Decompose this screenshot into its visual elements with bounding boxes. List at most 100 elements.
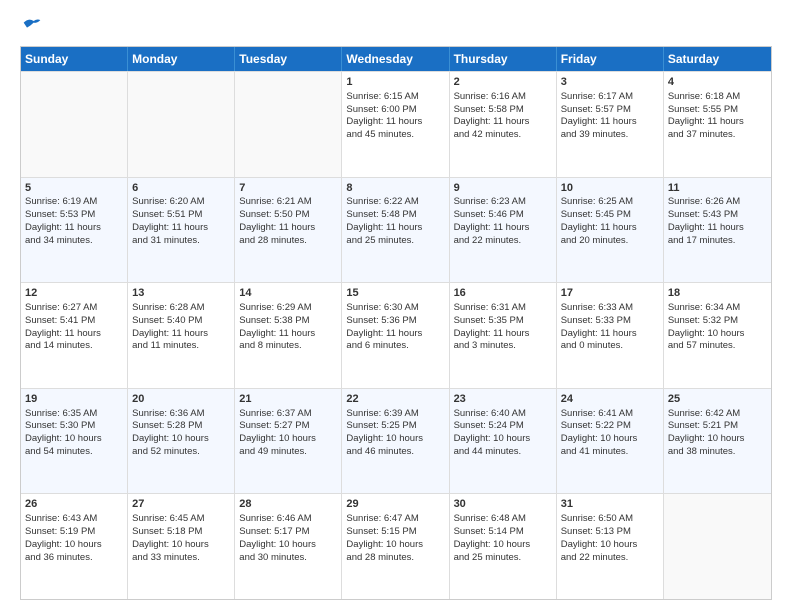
cell-info-line: Daylight: 11 hours bbox=[561, 328, 659, 341]
cell-day-number: 14 bbox=[239, 286, 337, 301]
calendar-cell: 5Sunrise: 6:19 AMSunset: 5:53 PMDaylight… bbox=[21, 178, 128, 283]
calendar-cell: 15Sunrise: 6:30 AMSunset: 5:36 PMDayligh… bbox=[342, 283, 449, 388]
cell-day-number: 19 bbox=[25, 392, 123, 407]
cell-day-number: 24 bbox=[561, 392, 659, 407]
cell-info-line: and 11 minutes. bbox=[132, 340, 230, 353]
cell-info-line: and 3 minutes. bbox=[454, 340, 552, 353]
calendar-cell: 29Sunrise: 6:47 AMSunset: 5:15 PMDayligh… bbox=[342, 494, 449, 599]
cell-info-line: and 22 minutes. bbox=[561, 552, 659, 565]
calendar-cell: 26Sunrise: 6:43 AMSunset: 5:19 PMDayligh… bbox=[21, 494, 128, 599]
cell-day-number: 15 bbox=[346, 286, 444, 301]
cell-day-number: 30 bbox=[454, 497, 552, 512]
cell-info-line: Sunrise: 6:48 AM bbox=[454, 513, 552, 526]
calendar-cell: 25Sunrise: 6:42 AMSunset: 5:21 PMDayligh… bbox=[664, 389, 771, 494]
cell-info-line: Sunrise: 6:31 AM bbox=[454, 302, 552, 315]
cell-info-line: Sunrise: 6:41 AM bbox=[561, 408, 659, 421]
cell-info-line: Sunset: 5:36 PM bbox=[346, 315, 444, 328]
cell-info-line: Sunset: 6:00 PM bbox=[346, 104, 444, 117]
cell-info-line: Sunset: 5:40 PM bbox=[132, 315, 230, 328]
calendar-cell: 31Sunrise: 6:50 AMSunset: 5:13 PMDayligh… bbox=[557, 494, 664, 599]
calendar-week-2: 5Sunrise: 6:19 AMSunset: 5:53 PMDaylight… bbox=[21, 177, 771, 283]
calendar-cell: 24Sunrise: 6:41 AMSunset: 5:22 PMDayligh… bbox=[557, 389, 664, 494]
cell-info-line: and 54 minutes. bbox=[25, 446, 123, 459]
cell-info-line: Daylight: 10 hours bbox=[346, 539, 444, 552]
calendar-cell: 17Sunrise: 6:33 AMSunset: 5:33 PMDayligh… bbox=[557, 283, 664, 388]
cell-info-line: Sunrise: 6:33 AM bbox=[561, 302, 659, 315]
cell-info-line: Sunset: 5:27 PM bbox=[239, 420, 337, 433]
calendar-cell: 3Sunrise: 6:17 AMSunset: 5:57 PMDaylight… bbox=[557, 72, 664, 177]
calendar-header-tuesday: Tuesday bbox=[235, 47, 342, 71]
cell-info-line: and 6 minutes. bbox=[346, 340, 444, 353]
cell-day-number: 3 bbox=[561, 75, 659, 90]
cell-info-line: Sunset: 5:41 PM bbox=[25, 315, 123, 328]
cell-day-number: 11 bbox=[668, 181, 767, 196]
calendar-header-thursday: Thursday bbox=[450, 47, 557, 71]
cell-info-line: Sunset: 5:45 PM bbox=[561, 209, 659, 222]
calendar: SundayMondayTuesdayWednesdayThursdayFrid… bbox=[20, 46, 772, 600]
calendar-cell: 18Sunrise: 6:34 AMSunset: 5:32 PMDayligh… bbox=[664, 283, 771, 388]
cell-day-number: 4 bbox=[668, 75, 767, 90]
cell-info-line: Sunrise: 6:37 AM bbox=[239, 408, 337, 421]
cell-day-number: 12 bbox=[25, 286, 123, 301]
cell-info-line: and 36 minutes. bbox=[25, 552, 123, 565]
cell-info-line: Sunset: 5:15 PM bbox=[346, 526, 444, 539]
cell-info-line: and 41 minutes. bbox=[561, 446, 659, 459]
calendar-cell: 16Sunrise: 6:31 AMSunset: 5:35 PMDayligh… bbox=[450, 283, 557, 388]
cell-day-number: 13 bbox=[132, 286, 230, 301]
cell-info-line: Daylight: 10 hours bbox=[454, 433, 552, 446]
cell-info-line: and 39 minutes. bbox=[561, 129, 659, 142]
cell-info-line: Sunrise: 6:47 AM bbox=[346, 513, 444, 526]
cell-info-line: Daylight: 10 hours bbox=[346, 433, 444, 446]
cell-info-line: Daylight: 10 hours bbox=[132, 433, 230, 446]
cell-info-line: Daylight: 11 hours bbox=[132, 328, 230, 341]
cell-info-line: Daylight: 11 hours bbox=[346, 116, 444, 129]
calendar-header-monday: Monday bbox=[128, 47, 235, 71]
cell-info-line: Daylight: 10 hours bbox=[25, 433, 123, 446]
cell-info-line: and 25 minutes. bbox=[346, 235, 444, 248]
calendar-week-5: 26Sunrise: 6:43 AMSunset: 5:19 PMDayligh… bbox=[21, 493, 771, 599]
cell-day-number: 5 bbox=[25, 181, 123, 196]
cell-day-number: 31 bbox=[561, 497, 659, 512]
cell-info-line: Daylight: 11 hours bbox=[454, 222, 552, 235]
cell-info-line: Sunset: 5:25 PM bbox=[346, 420, 444, 433]
cell-info-line: Sunset: 5:46 PM bbox=[454, 209, 552, 222]
cell-info-line: and 45 minutes. bbox=[346, 129, 444, 142]
calendar-cell: 27Sunrise: 6:45 AMSunset: 5:18 PMDayligh… bbox=[128, 494, 235, 599]
calendar-cell: 14Sunrise: 6:29 AMSunset: 5:38 PMDayligh… bbox=[235, 283, 342, 388]
cell-info-line: Sunset: 5:18 PM bbox=[132, 526, 230, 539]
cell-day-number: 18 bbox=[668, 286, 767, 301]
cell-info-line: Sunset: 5:32 PM bbox=[668, 315, 767, 328]
calendar-cell: 1Sunrise: 6:15 AMSunset: 6:00 PMDaylight… bbox=[342, 72, 449, 177]
cell-info-line: and 14 minutes. bbox=[25, 340, 123, 353]
cell-info-line: Daylight: 10 hours bbox=[454, 539, 552, 552]
cell-info-line: Sunrise: 6:21 AM bbox=[239, 196, 337, 209]
cell-info-line: and 8 minutes. bbox=[239, 340, 337, 353]
cell-info-line: Sunrise: 6:17 AM bbox=[561, 91, 659, 104]
cell-info-line: Sunrise: 6:25 AM bbox=[561, 196, 659, 209]
cell-info-line: Sunrise: 6:28 AM bbox=[132, 302, 230, 315]
calendar-cell bbox=[128, 72, 235, 177]
cell-info-line: Daylight: 11 hours bbox=[454, 116, 552, 129]
calendar-cell: 13Sunrise: 6:28 AMSunset: 5:40 PMDayligh… bbox=[128, 283, 235, 388]
cell-day-number: 23 bbox=[454, 392, 552, 407]
cell-info-line: and 38 minutes. bbox=[668, 446, 767, 459]
calendar-cell: 7Sunrise: 6:21 AMSunset: 5:50 PMDaylight… bbox=[235, 178, 342, 283]
cell-info-line: Daylight: 11 hours bbox=[132, 222, 230, 235]
cell-info-line: Sunrise: 6:43 AM bbox=[25, 513, 123, 526]
cell-info-line: Daylight: 10 hours bbox=[239, 433, 337, 446]
cell-info-line: Sunrise: 6:22 AM bbox=[346, 196, 444, 209]
cell-info-line: Sunrise: 6:29 AM bbox=[239, 302, 337, 315]
cell-info-line: Sunset: 5:53 PM bbox=[25, 209, 123, 222]
cell-info-line: Daylight: 11 hours bbox=[239, 222, 337, 235]
calendar-cell: 30Sunrise: 6:48 AMSunset: 5:14 PMDayligh… bbox=[450, 494, 557, 599]
cell-info-line: and 34 minutes. bbox=[25, 235, 123, 248]
cell-day-number: 27 bbox=[132, 497, 230, 512]
cell-info-line: Daylight: 11 hours bbox=[561, 222, 659, 235]
cell-info-line: Daylight: 11 hours bbox=[346, 222, 444, 235]
cell-info-line: and 28 minutes. bbox=[239, 235, 337, 248]
calendar-week-1: 1Sunrise: 6:15 AMSunset: 6:00 PMDaylight… bbox=[21, 71, 771, 177]
cell-info-line: and 46 minutes. bbox=[346, 446, 444, 459]
cell-info-line: Daylight: 10 hours bbox=[239, 539, 337, 552]
cell-day-number: 28 bbox=[239, 497, 337, 512]
cell-day-number: 9 bbox=[454, 181, 552, 196]
